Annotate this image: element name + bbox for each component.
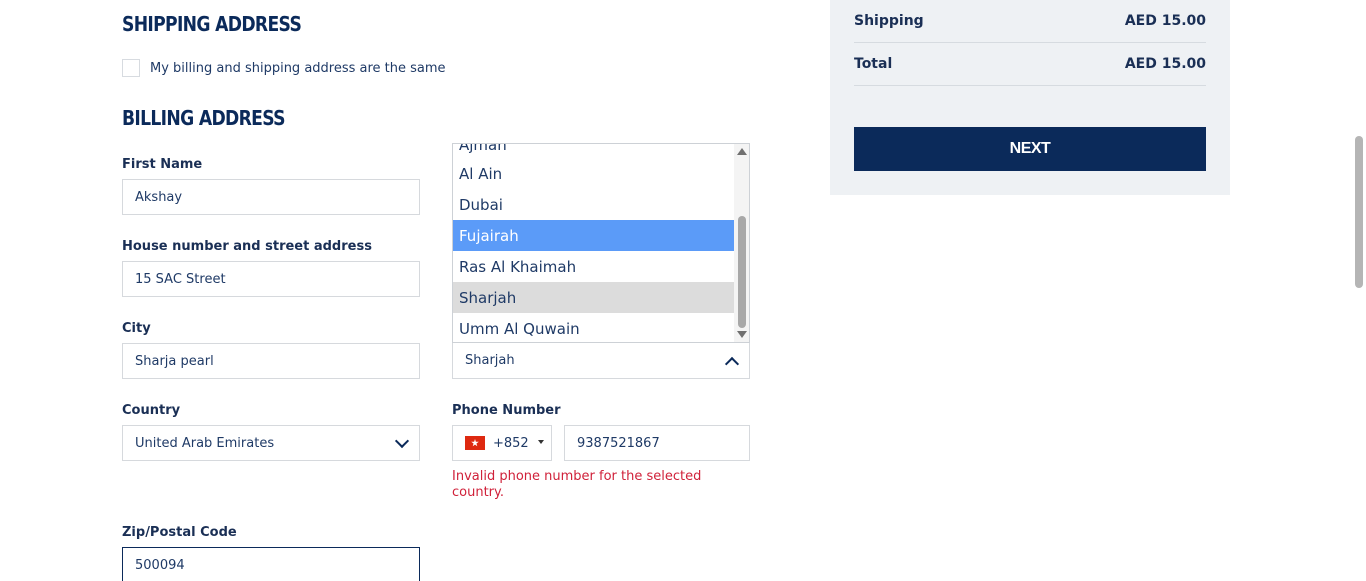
region-option[interactable]: Ras Al Khaimah — [453, 251, 735, 282]
chevron-up-icon — [724, 356, 740, 372]
first-name-value: Akshay — [135, 189, 183, 205]
phone-country-select[interactable]: +852 — [452, 425, 552, 461]
chevron-down-icon — [394, 433, 410, 449]
order-summary-panel: Shipping AED 15.00 Total AED 15.00 NEXT — [830, 0, 1230, 195]
street-field[interactable]: 15 SAC Street — [122, 261, 420, 297]
street-value: 15 SAC Street — [135, 271, 226, 287]
phone-number-value: 9387521867 — [577, 435, 660, 451]
city-label: City — [122, 321, 151, 336]
same-address-row[interactable]: My billing and shipping address are the … — [122, 59, 446, 77]
region-list-scrollbar[interactable] — [734, 144, 749, 342]
shipping-heading: SHIPPING ADDRESS — [122, 12, 302, 36]
region-option-current[interactable]: Sharjah — [453, 282, 735, 313]
zip-field[interactable]: 500094 — [122, 547, 420, 581]
total-label: Total — [854, 56, 893, 72]
shipping-row: Shipping AED 15.00 — [854, 0, 1206, 43]
region-select[interactable]: Sharjah — [452, 343, 750, 379]
region-option[interactable]: Umm Al Quwain — [453, 313, 735, 342]
phone-error-message: Invalid phone number for the selected co… — [452, 469, 702, 500]
street-label: House number and street address — [122, 239, 372, 254]
phone-label: Phone Number — [452, 403, 561, 418]
region-option[interactable]: Al Ain — [453, 158, 735, 189]
region-option[interactable]: Dubai — [453, 189, 735, 220]
city-value: Sharja pearl — [135, 353, 214, 369]
same-address-label: My billing and shipping address are the … — [150, 60, 446, 76]
next-button[interactable]: NEXT — [854, 127, 1206, 171]
zip-value: 500094 — [135, 557, 185, 573]
total-row: Total AED 15.00 — [854, 43, 1206, 86]
city-field[interactable]: Sharja pearl — [122, 343, 420, 379]
first-name-field[interactable]: Akshay — [122, 179, 420, 215]
page-scrollbar[interactable] — [1351, 0, 1366, 581]
page-scrollbar-thumb[interactable] — [1355, 136, 1363, 288]
region-option-selected[interactable]: Fujairah — [453, 220, 735, 251]
zip-label: Zip/Postal Code — [122, 525, 237, 540]
scroll-down-arrow-icon[interactable] — [737, 331, 747, 338]
same-address-checkbox[interactable] — [122, 59, 140, 77]
country-value: United Arab Emirates — [135, 435, 275, 451]
shipping-value: AED 15.00 — [1124, 13, 1206, 29]
region-options-list[interactable]: Ajman Al Ain Dubai Fujairah Ras Al Khaim… — [452, 143, 750, 343]
country-select[interactable]: United Arab Emirates — [122, 425, 420, 461]
billing-heading: BILLING ADDRESS — [122, 106, 286, 130]
region-value: Sharjah — [465, 353, 515, 368]
shipping-label: Shipping — [854, 13, 924, 29]
phone-country-code: +852 — [493, 435, 529, 451]
country-label: Country — [122, 403, 181, 418]
hong-kong-flag-icon — [465, 436, 485, 450]
first-name-label: First Name — [122, 157, 203, 172]
total-value: AED 15.00 — [1124, 56, 1206, 72]
caret-down-icon — [538, 440, 544, 444]
scroll-up-arrow-icon[interactable] — [737, 148, 747, 155]
scrollbar-thumb[interactable] — [738, 216, 746, 328]
phone-number-field[interactable]: 9387521867 — [564, 425, 750, 461]
